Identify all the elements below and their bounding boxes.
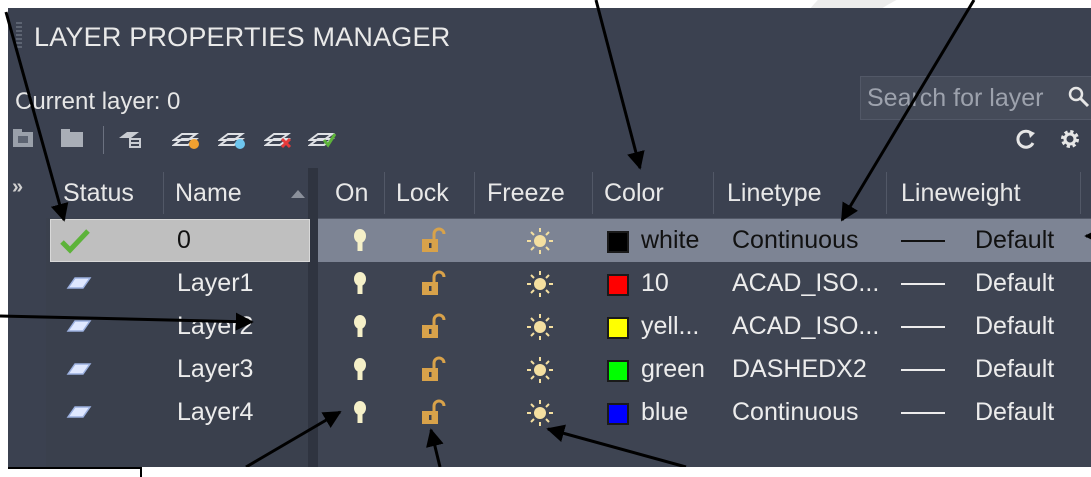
layer-status-icon (66, 320, 92, 332)
layer-name[interactable]: Layer1 (177, 262, 253, 305)
expand-filters-icon[interactable]: » (12, 176, 23, 199)
color-swatch[interactable] (607, 274, 629, 296)
lineweight-value[interactable]: Default (975, 219, 1054, 262)
lineweight-value[interactable]: Default (975, 305, 1054, 348)
set-current-icon[interactable] (307, 126, 337, 152)
layer-row[interactable]: 0 white Continuous Default (46, 219, 1091, 262)
column-divider[interactable] (474, 172, 475, 214)
layer-row[interactable]: Layer1 10 ACAD_ISO... Default (46, 262, 1091, 305)
current-layer-check-icon (60, 229, 90, 254)
lineweight-sample (901, 412, 945, 414)
column-divider[interactable] (163, 172, 164, 214)
thawed-sun-icon[interactable] (525, 355, 555, 385)
on-lightbulb-icon[interactable] (351, 227, 369, 255)
new-layer-vp-frozen-icon[interactable] (217, 126, 246, 152)
column-divider[interactable] (886, 172, 887, 214)
refresh-icon[interactable] (1012, 126, 1040, 152)
new-layer-icon[interactable] (171, 126, 200, 152)
filter-tree-sidebar: » (8, 168, 46, 467)
column-divider[interactable] (713, 172, 714, 214)
layer-row[interactable]: Layer3 green DASHEDX2 Default (46, 348, 1091, 391)
column-header: Status Name On Lock Freeze Color Linetyp… (46, 168, 1091, 219)
color-name[interactable]: blue (641, 391, 688, 434)
column-lineweight[interactable]: Lineweight (901, 168, 1021, 218)
column-divider[interactable] (592, 172, 593, 214)
linetype-value[interactable]: ACAD_ISO... (732, 305, 879, 348)
on-lightbulb-icon[interactable] (351, 399, 369, 427)
layer-name[interactable]: Layer3 (177, 348, 253, 391)
title-bar[interactable]: LAYER PROPERTIES MANAGER (8, 8, 1091, 64)
unlocked-padlock-icon[interactable] (419, 270, 449, 298)
settings-icon[interactable] (1056, 126, 1084, 152)
column-divider[interactable] (384, 172, 385, 214)
lineweight-value[interactable]: Default (975, 391, 1054, 434)
column-color[interactable]: Color (604, 168, 664, 218)
thawed-sun-icon[interactable] (525, 312, 555, 342)
search-input[interactable] (865, 81, 1065, 115)
toolbar-divider (103, 126, 104, 154)
linetype-value[interactable]: ACAD_ISO... (732, 262, 879, 305)
lineweight-value[interactable]: Default (975, 262, 1054, 305)
layer-list: Status Name On Lock Freeze Color Linetyp… (46, 168, 1091, 467)
color-swatch[interactable] (607, 403, 629, 425)
layer-row[interactable]: Layer2 yell... ACAD_ISO... Default (46, 305, 1091, 348)
column-on[interactable]: On (335, 168, 368, 218)
lineweight-sample (901, 369, 945, 371)
layer-properties-panel: LAYER PROPERTIES MANAGER Current layer: … (8, 8, 1091, 477)
layer-status-icon (66, 406, 92, 418)
column-lock[interactable]: Lock (396, 168, 449, 218)
search-icon[interactable] (1067, 85, 1091, 109)
new-group-filter-icon[interactable] (58, 126, 86, 152)
color-name[interactable]: green (641, 348, 705, 391)
thawed-sun-icon[interactable] (525, 269, 555, 299)
unlocked-padlock-icon[interactable] (419, 399, 449, 427)
delete-layer-icon[interactable] (263, 126, 292, 152)
drag-grip[interactable] (16, 22, 22, 50)
on-lightbulb-icon[interactable] (351, 270, 369, 298)
current-layer-label: Current layer: 0 (15, 88, 181, 115)
thawed-sun-icon[interactable] (525, 398, 555, 428)
column-status[interactable]: Status (63, 168, 134, 218)
lineweight-sample (901, 326, 945, 328)
unlocked-padlock-icon[interactable] (419, 313, 449, 341)
color-name[interactable]: yell... (641, 305, 699, 348)
layer-toolbar (8, 124, 1091, 154)
layer-name[interactable]: Layer4 (177, 391, 253, 434)
panel-title: LAYER PROPERTIES MANAGER (34, 22, 451, 52)
color-swatch[interactable] (607, 360, 629, 382)
unlocked-padlock-icon[interactable] (419, 356, 449, 384)
layer-status-icon (66, 363, 92, 375)
layer-row[interactable]: Layer4 blue Continuous Default (46, 391, 1091, 434)
lineweight-sample (901, 240, 945, 242)
linetype-value[interactable]: Continuous (732, 391, 858, 434)
on-lightbulb-icon[interactable] (351, 313, 369, 341)
linetype-value[interactable]: Continuous (732, 219, 858, 262)
color-swatch[interactable] (607, 317, 629, 339)
color-swatch[interactable] (607, 231, 629, 253)
lineweight-value[interactable]: Default (975, 348, 1054, 391)
thawed-sun-icon[interactable] (525, 226, 555, 256)
linetype-value[interactable]: DASHEDX2 (732, 348, 867, 391)
layer-status-icon (66, 277, 92, 289)
column-freeze[interactable]: Freeze (487, 168, 565, 218)
layer-states-manager-icon[interactable] (116, 126, 144, 152)
on-lightbulb-icon[interactable] (351, 356, 369, 384)
column-divider[interactable] (1080, 172, 1081, 214)
unlocked-padlock-icon[interactable] (419, 227, 449, 255)
color-name[interactable]: 10 (641, 262, 669, 305)
column-name[interactable]: Name (175, 168, 242, 218)
layer-name[interactable]: 0 (177, 219, 191, 262)
color-name[interactable]: white (641, 219, 699, 262)
callout-box-fragment (8, 467, 142, 477)
lineweight-sample (901, 283, 945, 285)
column-linetype[interactable]: Linetype (727, 168, 822, 218)
layer-name[interactable]: Layer2 (177, 305, 253, 348)
new-property-filter-icon[interactable] (10, 126, 38, 152)
search-box[interactable] (860, 76, 1091, 120)
sort-ascending-icon (291, 190, 305, 198)
